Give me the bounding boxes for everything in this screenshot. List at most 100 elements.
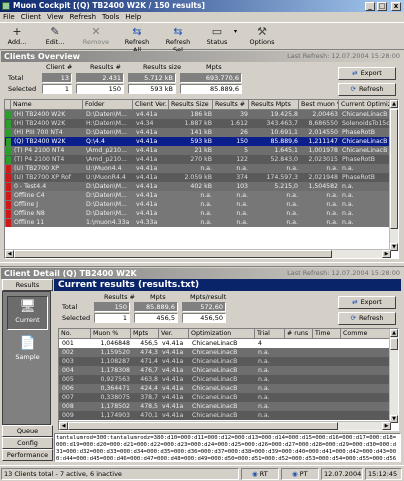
col-name-header[interactable]: Name bbox=[11, 100, 83, 110]
clients-vertical-scrollbar[interactable]: ▲ ▼ bbox=[389, 100, 398, 251]
overview-refresh-button[interactable]: ⟳ Refresh bbox=[338, 83, 396, 96]
col-mpts-header[interactable]: Mpts bbox=[131, 329, 159, 339]
scroll-left-icon[interactable]: ◀ bbox=[5, 250, 14, 258]
result-cell-ver: v4.41a bbox=[162, 394, 184, 401]
clients-hscroll-thumb[interactable] bbox=[14, 250, 332, 258]
client-cell-name: Offline 11 bbox=[14, 219, 45, 226]
refresh-all-icon: ⇆ bbox=[132, 25, 142, 38]
maximize-button[interactable]: □ bbox=[377, 2, 387, 11]
menu-client[interactable]: Client bbox=[18, 12, 44, 23]
refresh-sel-button[interactable]: ⇆ Refresh Sel bbox=[161, 24, 195, 54]
result-row[interactable]: 003 1,108287 471,4 v4.41a ChicaneLinacB n.a. bbox=[59, 357, 398, 366]
menu-tools[interactable]: Tools bbox=[99, 12, 122, 23]
client-cell-folder: D:\Daten\M... bbox=[86, 210, 127, 217]
scroll-right-icon[interactable]: ▶ bbox=[382, 250, 391, 258]
raw-result-text[interactable]: tantalumrod=300:tantalumrodz=380:d10=000… bbox=[54, 433, 401, 462]
close-button[interactable]: x bbox=[391, 2, 401, 11]
result-cell-ver: v4.41a bbox=[162, 376, 184, 383]
col-time-header[interactable]: Time bbox=[313, 329, 341, 339]
running-status-icon bbox=[6, 156, 11, 164]
clients-horizontal-scrollbar[interactable]: ◀ ▶ bbox=[5, 249, 391, 258]
refresh-all-button[interactable]: ⇆ Refresh All bbox=[120, 24, 154, 54]
menu-refresh[interactable]: Refresh bbox=[67, 12, 99, 23]
menu-view[interactable]: View bbox=[44, 12, 67, 23]
tab-results[interactable]: Results bbox=[2, 279, 53, 291]
result-cell-opt: ChicaneLinacB bbox=[192, 385, 238, 392]
result-row[interactable]: 004 1,178308 476,7 v4.41a ChicaneLinacB n.a. bbox=[59, 366, 398, 375]
scroll-left-icon[interactable]: ◀ bbox=[59, 422, 68, 430]
results-scroll-thumb[interactable] bbox=[390, 338, 398, 350]
col-optimization-header[interactable]: Optimization bbox=[189, 329, 255, 339]
sample-results-button[interactable]: 📄 Sample bbox=[7, 334, 48, 368]
client-row[interactable]: 0 - Test4.4 D:\Daten\M... v4.41a 402 kB 103 5… bbox=[5, 182, 398, 191]
result-row[interactable]: 005 0,927563 463,8 v4.41a ChicaneLinacB n.a. bbox=[59, 375, 398, 384]
result-row[interactable]: 007 0,338075 378,7 v4.41a ChicaneLinacB n.a. bbox=[59, 393, 398, 402]
tab-queue[interactable]: Queue bbox=[2, 425, 53, 437]
col-results-count-header[interactable]: Results # bbox=[213, 100, 249, 110]
client-row[interactable]: (T) P4 2100 NT4 \Amd_p210... v4.41a 270 kB 1… bbox=[5, 155, 398, 164]
tab-config[interactable]: Config bbox=[2, 437, 53, 449]
result-row[interactable]: 008 1,178502 478,5 v4.41a ChicaneLinacB n.a. bbox=[59, 402, 398, 411]
overview-export-button[interactable]: ⇄ Export bbox=[338, 67, 396, 80]
client-cell-count: 39 bbox=[240, 111, 248, 118]
result-row[interactable]: 002 1,159520 474,3 v4.41a ChicaneLinacB n.a. bbox=[59, 348, 398, 357]
col-best-muon-header[interactable]: Best muon % bbox=[299, 100, 339, 110]
client-row[interactable]: (H) PIII 700 NT4 D:\Daten\M... v4.41a 141 k… bbox=[5, 128, 398, 137]
col-results-size-header[interactable]: Results Size bbox=[169, 100, 213, 110]
result-row[interactable]: 006 0,364471 424,4 v4.41a ChicaneLinacB n.a. bbox=[59, 384, 398, 393]
options-button[interactable]: ⚒ Options bbox=[248, 24, 276, 49]
client-row[interactable]: Offline 11 1:\muon4.33a v4.33a n.a. n.a. n.a.… bbox=[5, 218, 398, 227]
scroll-down-icon[interactable]: ▼ bbox=[390, 415, 398, 423]
status-dropdown-icon[interactable]: ▾ bbox=[234, 28, 237, 35]
client-row[interactable]: (U) TB2700 XP U:\Muon4.4 v4.41a n.a. n.a. n.a… bbox=[5, 164, 398, 173]
detail-export-button[interactable]: ⇄ Export bbox=[338, 296, 396, 309]
results-vertical-scrollbar[interactable]: ▲ ▼ bbox=[389, 329, 398, 423]
menu-file[interactable]: File bbox=[0, 12, 18, 23]
client-row[interactable]: Offline N8 D:\Daten\M... v4.41a n.a. n.a. n.a… bbox=[5, 209, 398, 218]
clients-scroll-thumb[interactable] bbox=[390, 109, 398, 229]
col-results-mpts-header[interactable]: Results Mpts bbox=[249, 100, 299, 110]
client-row[interactable]: Offline C4 D:\Daten\M... v4.41a n.a. n.a. n.a… bbox=[5, 191, 398, 200]
scroll-right-icon[interactable]: ▶ bbox=[382, 422, 391, 430]
results-horizontal-scrollbar[interactable]: ◀ ▶ bbox=[59, 421, 391, 430]
client-row[interactable]: (Q) TB2400 W2K Q:\4.4 v4.41a 593 kB 150 85.88… bbox=[5, 137, 398, 146]
client-row[interactable]: (H) TB2400 W2K D:\Daten\M... v4.41a 186 kB 3… bbox=[5, 110, 398, 119]
col-folder-header[interactable]: Folder bbox=[83, 100, 133, 110]
current-results-button[interactable]: 🖥 Current bbox=[7, 296, 48, 330]
results-source-panel: 🖥 Current 📄 Sample bbox=[2, 291, 51, 425]
col-no-header[interactable]: No. bbox=[59, 329, 91, 339]
scroll-up-icon[interactable]: ▲ bbox=[390, 100, 398, 108]
col-comment-header[interactable]: Comme bbox=[341, 329, 391, 339]
panel-splitter[interactable] bbox=[0, 262, 404, 267]
result-row[interactable]: 001 1,046848 456,5 v4.41a ChicaneLinacB 4 bbox=[59, 339, 398, 348]
col-trial-header[interactable]: Trial bbox=[255, 329, 285, 339]
scroll-up-icon[interactable]: ▲ bbox=[390, 329, 398, 337]
col-ver-header[interactable]: Ver. bbox=[159, 329, 189, 339]
col-client-ver-header[interactable]: Client Ver. bbox=[133, 100, 169, 110]
client-cell-best: n.a. bbox=[326, 219, 338, 226]
client-row[interactable]: (T) P4 2100 NT4 \Amd_p210... v4.41a 21 kB 5 1… bbox=[5, 146, 398, 155]
client-row[interactable]: (H) TB2400 W2K H:\Daten\M... v4.34 1.887 kB… bbox=[5, 119, 398, 128]
result-row[interactable]: 009 1,174903 470,1 v4.41a ChicaneLinacB n.a. bbox=[59, 411, 398, 420]
col-results-count-label: Results # bbox=[90, 63, 121, 71]
client-cell-best: 2,021948 bbox=[308, 174, 338, 181]
client-row[interactable]: Offline J D:\Daten\M... v4.41a n.a. n.a. n.a.… bbox=[5, 200, 398, 209]
col-muon-header[interactable]: Muon % bbox=[91, 329, 131, 339]
tab-performance[interactable]: Performance bbox=[2, 449, 53, 461]
edit-button[interactable]: ✎ Edit... bbox=[44, 24, 66, 49]
col-current-opt-header[interactable]: Current Optimization bbox=[339, 100, 391, 110]
col-runs-header[interactable]: # runs bbox=[285, 329, 313, 339]
minimize-button[interactable]: _ bbox=[365, 2, 375, 11]
menu-help[interactable]: Help bbox=[122, 12, 144, 23]
clients-table-body: (H) TB2400 W2K D:\Daten\M... v4.41a 186 kB 3… bbox=[5, 110, 398, 227]
results-hscroll-thumb[interactable] bbox=[68, 422, 338, 430]
detail-refresh-button[interactable]: ⟳ Refresh bbox=[338, 312, 396, 325]
client-row[interactable]: (U) TB2700 XP Rof U:\MuonR4.4 v4.41a 2.059 … bbox=[5, 173, 398, 182]
status-button[interactable]: ▭ Status ▾ bbox=[204, 24, 237, 49]
add-button[interactable]: + Add... bbox=[6, 24, 28, 49]
result-cell-time bbox=[315, 375, 340, 384]
scroll-down-icon[interactable]: ▼ bbox=[390, 243, 398, 251]
client-cell-best: 8,686550 bbox=[308, 120, 338, 127]
remove-button[interactable]: ✕ Remove bbox=[82, 24, 110, 49]
status-cell bbox=[5, 164, 11, 173]
